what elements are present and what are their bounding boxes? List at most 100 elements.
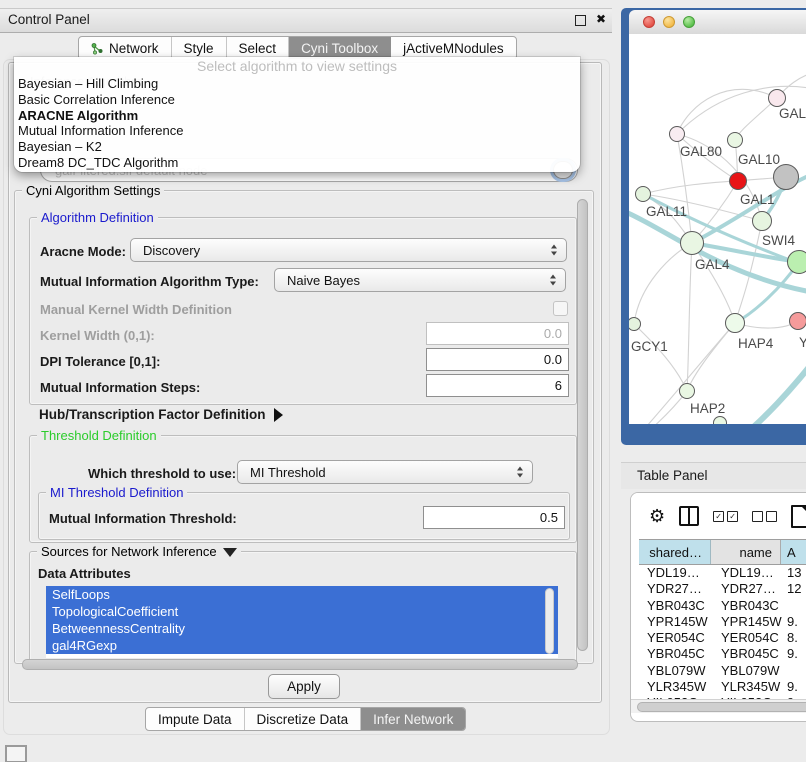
close-traffic-light-icon[interactable] [643, 16, 655, 28]
table-row[interactable]: YBL079W YBL079W [639, 663, 806, 679]
node-hap2[interactable] [679, 383, 695, 399]
settings-scrollbar[interactable] [577, 199, 588, 651]
table-row[interactable]: YDL19… YDL19… 13 [639, 565, 806, 581]
cell-name: YBL079W [711, 663, 781, 679]
list-item[interactable]: gal4RGexp [46, 637, 558, 654]
column-header[interactable]: A [781, 540, 806, 564]
node-gal11[interactable] [635, 186, 651, 202]
tab[interactable]: Select [227, 37, 290, 59]
kernel-width-field[interactable]: 0.0 [426, 322, 569, 345]
cell-value: 8. [781, 630, 806, 646]
apply-button[interactable]: Apply [268, 674, 340, 699]
algorithm-definition-group: Algorithm Definition Aracne Mode: Discov… [29, 217, 577, 405]
mi-threshold-title: MI Threshold Definition [46, 485, 187, 500]
algorithm-definition-title: Algorithm Definition [37, 210, 158, 225]
document-icon[interactable] [791, 505, 806, 528]
manual-kernel-checkbox[interactable] [553, 301, 568, 316]
table-row[interactable]: YBR043C YBR043C [639, 598, 806, 614]
dpi-tolerance-field[interactable]: 0.0 [426, 348, 569, 371]
network-node-label: GAL10 [738, 152, 780, 167]
zoom-traffic-light-icon[interactable] [683, 16, 695, 28]
table-hscrollbar[interactable] [631, 699, 806, 713]
tab[interactable]: jActiveMNodules [391, 37, 516, 59]
cell-name: YER054C [711, 630, 781, 646]
close-icon[interactable]: ✖ [596, 12, 606, 26]
table-row[interactable]: YLR345W YLR345W 9. [639, 679, 806, 695]
collapse-down-icon [223, 548, 237, 557]
split-columns-icon[interactable] [679, 506, 699, 526]
hub-definition-label: Hub/Transcription Factor Definition [39, 407, 266, 422]
node-pink-top[interactable] [768, 89, 786, 107]
menu-item[interactable]: Dream8 DC_TDC Algorithm [14, 155, 580, 171]
mi-type-combobox[interactable]: Naive Bayes [274, 268, 566, 292]
aracne-mode-combobox[interactable]: Discovery [130, 238, 567, 262]
tab[interactable]: Style [172, 37, 227, 59]
list-item[interactable]: BetweennessCentrality [46, 620, 558, 637]
table-row[interactable]: YPR145W YPR145W 9. [639, 614, 806, 630]
tab-label: jActiveMNodules [403, 41, 504, 56]
cell-shared-name: YPR145W [639, 614, 711, 630]
node-gal80[interactable] [669, 126, 685, 142]
menu-item[interactable]: Basic Correlation Inference [14, 92, 580, 108]
threshold-definition-group: Threshold Definition Which threshold to … [29, 435, 577, 543]
node-hap4[interactable] [725, 313, 745, 333]
node-gal10[interactable] [727, 132, 743, 148]
list-item[interactable]: SelfLoops [46, 586, 558, 603]
network-window[interactable]: GALGAL80GAL10GAL1GAL11SWI4GAL4GCY1HAP4YH… [621, 8, 806, 445]
node-salmon[interactable] [789, 312, 806, 330]
table-row[interactable]: YBR045C YBR045C 9. [639, 646, 806, 662]
tab[interactable]: Network [79, 37, 172, 59]
table-panel-header: Table Panel [621, 462, 806, 489]
tab[interactable]: Cyni Toolbox [289, 37, 391, 59]
list-item[interactable]: TopologicalCoefficient [46, 603, 558, 620]
cell-value: 13 [781, 565, 806, 581]
dock-panel-icon[interactable] [5, 745, 27, 762]
node-gray[interactable] [773, 164, 799, 190]
column-header[interactable]: name [711, 540, 781, 564]
cell-name: YLR345W [711, 679, 781, 695]
network-canvas[interactable]: GALGAL80GAL10GAL1GAL11SWI4GAL4GCY1HAP4YH… [629, 34, 806, 424]
gear-icon[interactable]: ⚙ [649, 507, 665, 525]
menu-item[interactable]: Mutual Information Inference [14, 123, 580, 139]
network-node-label: GAL4 [695, 257, 730, 272]
which-threshold-label: Which threshold to use: [88, 466, 236, 481]
mi-steps-field[interactable]: 6 [426, 374, 569, 397]
menu-item[interactable]: Bayesian – Hill Climbing [14, 76, 580, 92]
node-bright-green[interactable] [787, 250, 806, 274]
cell-value: 9. [781, 614, 806, 630]
cell-shared-name: YBR043C [639, 598, 711, 614]
which-threshold-combobox[interactable]: MI Threshold [237, 460, 533, 484]
float-icon[interactable] [575, 15, 586, 26]
menu-item[interactable]: Bayesian – K2 [14, 139, 580, 155]
cell-shared-name: YER054C [639, 630, 711, 646]
settings-hscrollbar[interactable] [20, 659, 580, 669]
table-body: YDL19… YDL19… 13 YDR27… YDR27… 12 YBR043… [639, 565, 806, 699]
dpi-tolerance-value: 0.0 [544, 352, 562, 367]
node-red[interactable] [729, 172, 747, 190]
tab-label: Infer Network [373, 712, 453, 727]
node-gal4[interactable] [680, 231, 704, 255]
mi-threshold-field[interactable]: 0.5 [423, 506, 565, 529]
network-window-titlebar[interactable] [629, 10, 806, 35]
menu-item[interactable]: ARACNE Algorithm [14, 108, 580, 124]
list-scrollbar[interactable] [545, 588, 554, 654]
node-gal1[interactable] [752, 211, 772, 231]
network-node-label: HAP4 [738, 336, 773, 351]
hub-definition-toggle[interactable]: Hub/Transcription Factor Definition [39, 407, 283, 422]
expand-right-icon [274, 408, 283, 422]
select-all-columns-icon[interactable]: ✓✓ [713, 511, 738, 522]
table-row[interactable]: YDR27… YDR27… 12 [639, 581, 806, 597]
minimize-traffic-light-icon[interactable] [663, 16, 675, 28]
tab-label: Style [184, 41, 214, 56]
mi-type-label: Mutual Information Algorithm Type: [40, 274, 259, 289]
tab[interactable]: Infer Network [361, 708, 465, 730]
tab[interactable]: Discretize Data [245, 708, 362, 730]
table-row[interactable]: YER054C YER054C 8. [639, 630, 806, 646]
sources-title[interactable]: Sources for Network Inference [37, 544, 241, 559]
dropdown-placeholder: Select algorithm to view settings [14, 57, 580, 76]
node-bottom-green[interactable] [713, 416, 727, 424]
sources-title-label: Sources for Network Inference [41, 544, 217, 559]
deselect-all-columns-icon[interactable] [752, 511, 777, 522]
column-header[interactable]: shared… [639, 540, 711, 564]
tab[interactable]: Impute Data [146, 708, 245, 730]
